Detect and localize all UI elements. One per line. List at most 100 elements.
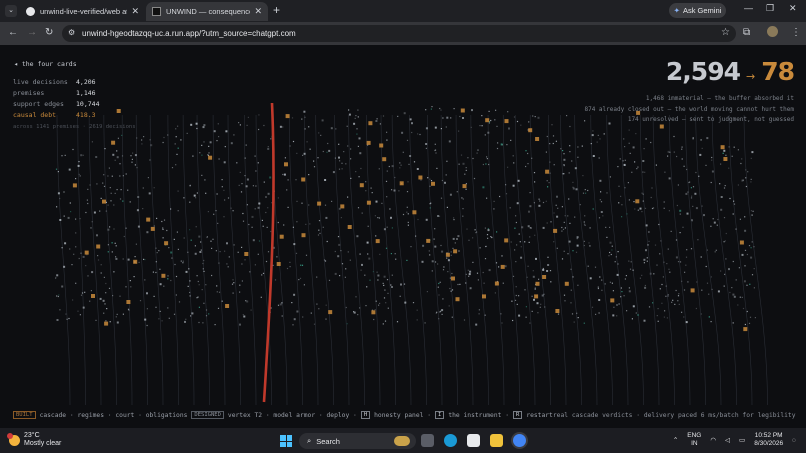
decision-node [685, 192, 688, 195]
battery-icon[interactable]: ▭ [739, 436, 745, 444]
decision-node [628, 129, 630, 131]
decision-node [588, 242, 590, 244]
decision-node [462, 208, 464, 210]
tab-github[interactable]: unwind-live-verified/web at ma ✕ [20, 2, 145, 21]
decision-node [712, 218, 714, 220]
unresolved-node [368, 121, 373, 126]
decision-node [317, 234, 320, 236]
menu-kebab-icon[interactable]: ⋮ [791, 27, 801, 38]
unresolved-node [504, 238, 509, 243]
decision-node [441, 309, 444, 312]
decision-node [244, 259, 246, 261]
decision-node [445, 126, 447, 128]
decision-node [279, 303, 282, 306]
file-explorer-icon[interactable] [490, 434, 503, 447]
close-tab-icon[interactable]: ✕ [254, 6, 262, 17]
stat-label: live decisions [13, 78, 68, 86]
decision-node [753, 268, 755, 270]
decision-node [180, 260, 182, 262]
decision-node [114, 192, 116, 194]
tab-unwind[interactable]: UNWIND — consequence clear ✕ [146, 2, 268, 21]
site-info-icon[interactable]: ⚙ [68, 28, 75, 37]
decision-node [538, 278, 540, 280]
decision-node [567, 253, 569, 255]
back-to-four-cards-link[interactable]: ◂ the four cards [14, 60, 77, 68]
decision-node [716, 224, 718, 226]
decision-node [528, 121, 530, 123]
wifi-icon[interactable]: ◠ [710, 436, 716, 444]
unresolved-node [164, 241, 169, 246]
decision-node [604, 283, 606, 285]
bookmark-star-icon[interactable]: ☆ [721, 27, 730, 38]
unresolved-node [96, 244, 101, 249]
decision-node [340, 250, 342, 252]
decision-node [540, 303, 542, 305]
decision-node [449, 287, 451, 290]
extensions-icon[interactable]: ⧉ [743, 27, 750, 38]
decision-node [100, 272, 102, 274]
decision-node [446, 116, 449, 119]
windows-start-icon[interactable] [280, 435, 292, 447]
decision-node [608, 255, 610, 257]
search-label: Search [316, 436, 340, 446]
chevron-up-icon[interactable]: ⌃ [673, 436, 678, 444]
weather-widget[interactable]: 23°C Mostly clear [7, 432, 61, 448]
language-indicator[interactable]: ENG IN [687, 432, 701, 448]
decision-node [597, 287, 599, 290]
decision-node [317, 157, 319, 159]
decision-node [357, 207, 360, 209]
support-strand [182, 114, 195, 406]
volume-icon[interactable]: ◁ [725, 436, 730, 444]
chrome-icon[interactable] [513, 434, 526, 447]
decision-node [676, 204, 678, 207]
taskbar-search[interactable]: ⌕ Search [299, 433, 416, 449]
decision-node [487, 131, 490, 134]
decision-node [663, 201, 665, 203]
decision-node [697, 239, 699, 241]
decision-node [668, 210, 670, 212]
decision-node [407, 224, 409, 226]
address-bar[interactable]: ⚙ unwind-hgeodtazqq-uc.a.run.app/?utm_so… [62, 25, 736, 42]
decision-node [452, 247, 454, 249]
decision-node [73, 253, 75, 255]
decision-node [434, 149, 437, 151]
task-view-icon[interactable] [421, 434, 434, 447]
instrument-label: the instrument · [448, 411, 509, 419]
decision-node [719, 183, 721, 185]
close-window-button[interactable]: ✕ [789, 3, 797, 14]
profile-avatar[interactable] [767, 26, 778, 40]
decision-node [530, 227, 532, 229]
reload-icon[interactable]: ↻ [45, 27, 53, 38]
decision-node [538, 204, 541, 207]
decision-node [80, 294, 83, 296]
decision-node [305, 254, 308, 256]
tab-search-button[interactable]: ⌄ [5, 5, 17, 17]
ask-gemini-button[interactable]: ✦ Ask Gemini [669, 3, 726, 18]
notifications-icon[interactable]: ◌ [792, 437, 796, 444]
decision-node [468, 275, 470, 277]
key-h[interactable]: H [360, 411, 371, 419]
weather-temp: 23°C [24, 432, 40, 439]
support-strand [244, 114, 257, 406]
decision-node [162, 227, 164, 229]
decision-node [677, 300, 679, 302]
decision-node [545, 200, 547, 202]
key-i[interactable]: I [435, 411, 445, 419]
close-tab-icon[interactable]: ✕ [131, 6, 139, 17]
restore-button[interactable]: ❐ [766, 3, 774, 14]
forward-arrow-icon[interactable]: → [27, 27, 37, 38]
minimize-button[interactable]: — [744, 3, 753, 13]
decision-node [177, 210, 179, 212]
decision-node [616, 315, 618, 317]
edge-icon[interactable] [444, 434, 457, 447]
decision-node [195, 226, 197, 228]
decision-node [338, 156, 340, 159]
key-r[interactable]: R [513, 411, 523, 419]
decision-node [568, 198, 570, 200]
decision-node [171, 257, 173, 259]
clock[interactable]: 10:52 PM 8/30/2026 [754, 432, 783, 448]
decision-node [708, 293, 710, 295]
back-arrow-icon[interactable]: ← [8, 27, 18, 38]
new-tab-button[interactable]: + [273, 3, 280, 17]
store-icon[interactable] [467, 434, 480, 447]
